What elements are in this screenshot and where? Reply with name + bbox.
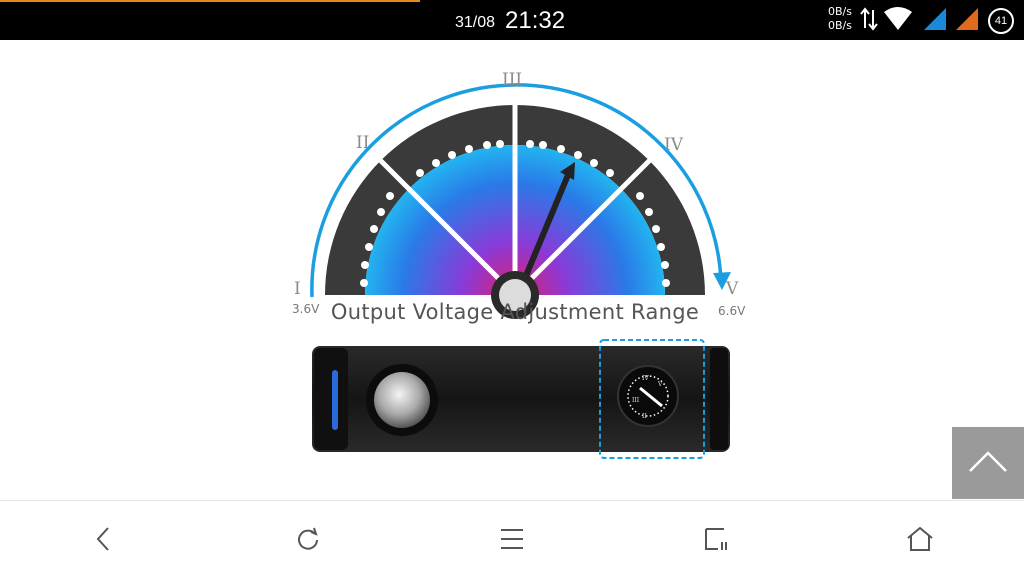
device-right-cap [710, 348, 728, 450]
network-speed: 0B/s 0B/s [828, 5, 852, 33]
page-load-progress [0, 0, 420, 2]
dial-mark-iii: III [632, 397, 640, 404]
device-endcap [314, 348, 348, 450]
led-indicator [332, 370, 338, 430]
max-voltage-label: 6.6V [718, 304, 746, 318]
net-down-speed: 0B/s [828, 19, 852, 32]
nav-menu-button[interactable] [492, 521, 532, 557]
voltage-gauge: I II III IV V [294, 70, 739, 319]
level-label-1: I [294, 279, 301, 299]
gauge-title: Output Voltage Adjustment Range [330, 300, 700, 324]
home-icon [907, 526, 933, 551]
status-date: 31/08 [455, 14, 496, 31]
scroll-to-top-button[interactable] [952, 427, 1024, 499]
level-label-2: II [356, 133, 369, 153]
device-knob [374, 372, 430, 428]
nav-refresh-button[interactable] [288, 521, 328, 557]
nav-back-button[interactable] [84, 521, 124, 557]
battery-level: 41 [994, 15, 1008, 27]
menu-icon [501, 529, 523, 549]
tabs-icon [705, 528, 727, 550]
min-voltage-label: 3.6V [292, 302, 320, 316]
status-bar: 31/08 21:32 0B/s 0B/s 41 [0, 0, 1024, 40]
bottom-nav [0, 500, 1024, 576]
nav-home-button[interactable] [900, 521, 940, 557]
back-icon [96, 527, 109, 551]
battery-icon: 41 [988, 8, 1014, 34]
signal-sim2-icon [956, 8, 978, 30]
refresh-icon [298, 527, 318, 550]
level-label-3: III [502, 70, 522, 90]
dial-mark-v: V [657, 381, 663, 388]
dial-mark-iv: IV [642, 375, 649, 382]
chevron-up-icon [969, 451, 1007, 472]
net-up-speed: 0B/s [828, 5, 852, 18]
device-image: III IV V II [312, 339, 730, 459]
nav-tabs-button[interactable] [696, 521, 736, 557]
level-label-4: IV [664, 135, 684, 155]
data-transfer-icon [860, 7, 878, 31]
wifi-icon [884, 7, 912, 30]
signal-sim1-icon [924, 8, 946, 30]
status-time: 21:32 [505, 7, 566, 34]
dial-mark-ii: II [642, 413, 647, 420]
level-label-5: V [725, 279, 739, 299]
